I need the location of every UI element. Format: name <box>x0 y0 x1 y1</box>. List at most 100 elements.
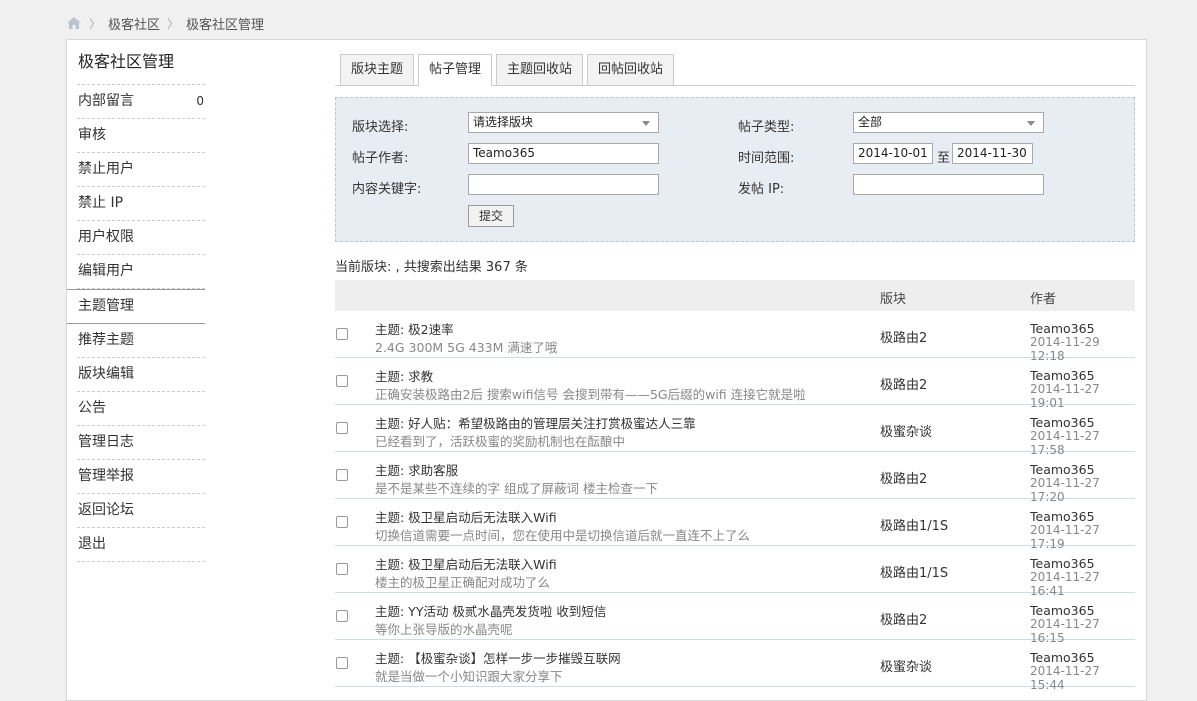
tab-topic-recycle[interactable]: 主题回收站 <box>496 54 584 85</box>
sidebar-item-back-forum[interactable]: 返回论坛 <box>77 494 205 528</box>
post-board: 极路由2 <box>880 613 928 628</box>
post-board: 极路由2 <box>880 378 928 393</box>
post-author[interactable]: Teamo365 <box>1030 603 1095 618</box>
ip-label: 发帖 IP: <box>738 182 785 197</box>
sidebar-item-announcement[interactable]: 公告 <box>77 392 205 426</box>
date-from-input[interactable]: 2014-10-01 <box>853 143 933 164</box>
row-checkbox[interactable] <box>336 657 348 669</box>
row-checkbox[interactable] <box>336 563 348 575</box>
message-count-badge: 0 <box>196 94 204 108</box>
tab-board-topics[interactable]: 版块主题 <box>340 54 415 85</box>
row-checkbox[interactable] <box>336 375 348 387</box>
sidebar-item-label: 禁止 IP <box>78 195 124 211</box>
board-select[interactable]: 请选择版块 <box>468 112 659 133</box>
post-title[interactable]: 主题: 极卫星启动后无法联入Wifi <box>375 507 557 526</box>
sidebar-item-label: 推荐主题 <box>78 332 134 348</box>
sidebar-item-permissions[interactable]: 用户权限 <box>77 221 205 255</box>
post-title[interactable]: 主题: 求教 <box>375 366 433 385</box>
date-to-input[interactable]: 2014-11-30 <box>952 143 1033 164</box>
post-author[interactable]: Teamo365 <box>1030 509 1095 524</box>
sidebar-item-label: 用户权限 <box>78 229 134 245</box>
table-row: 主题: 【极蜜杂谈】怎样一步一步摧毁互联网 就是当做一个小知识跟大家分享下 极蜜… <box>335 640 1135 692</box>
sidebar-item-edit-user[interactable]: 编辑用户 <box>77 255 205 289</box>
post-author[interactable]: Teamo365 <box>1030 368 1095 383</box>
tab-bar: 版块主题 帖子管理 主题回收站 回帖回收站 <box>335 50 1135 86</box>
post-type-select[interactable]: 全部 <box>853 112 1044 133</box>
submit-button[interactable]: 提交 <box>468 205 515 227</box>
post-title[interactable]: 主题: 求助客服 <box>375 460 458 479</box>
post-content: 楼主的极卫星正确配对成功了么 <box>375 575 551 590</box>
post-title[interactable]: 主题: YY活动 极贰水晶壳发货啦 收到短信 <box>375 601 606 620</box>
table-header: 版块 作者 <box>335 280 1135 311</box>
column-header-author: 作者 <box>1030 292 1057 307</box>
post-content: 等你上张导版的水晶壳呢 <box>375 622 513 637</box>
table-row: 主题: YY活动 极贰水晶壳发货啦 收到短信 等你上张导版的水晶壳呢 极路由2 … <box>335 593 1135 645</box>
row-checkbox[interactable] <box>336 610 348 622</box>
post-author[interactable]: Teamo365 <box>1030 650 1095 665</box>
sidebar-item-ban-user[interactable]: 禁止用户 <box>77 153 205 187</box>
sidebar-item-label: 退出 <box>78 536 106 552</box>
post-author[interactable]: Teamo365 <box>1030 556 1095 571</box>
sidebar-item-ban-ip[interactable]: 禁止 IP <box>77 187 205 221</box>
time-range-label: 时间范围: <box>738 151 795 166</box>
author-input[interactable]: Teamo365 <box>468 143 659 164</box>
sidebar-item-label: 管理日志 <box>78 434 134 450</box>
table-row: 主题: 极2速率 2.4G 300M 5G 433M 满速了哦 极路由2 Tea… <box>335 311 1135 363</box>
post-author[interactable]: Teamo365 <box>1030 321 1095 336</box>
sidebar-item-messages[interactable]: 内部留言 0 <box>77 85 205 119</box>
row-checkbox[interactable] <box>336 422 348 434</box>
search-summary: 当前版块: , 共搜索出结果 367 条 <box>335 260 528 275</box>
sidebar-item-board-edit[interactable]: 版块编辑 <box>77 358 205 392</box>
date-range-separator: 至 <box>937 151 951 166</box>
sidebar-item-label: 公告 <box>78 400 106 416</box>
row-checkbox[interactable] <box>336 469 348 481</box>
board-select-value: 请选择版块 <box>473 115 534 129</box>
column-header-board: 版块 <box>880 292 907 307</box>
chevron-right-icon: 〉 <box>167 16 180 31</box>
table-row: 主题: 求助客服 是不是某些不连续的字 组成了屏蔽词 楼主检查一下 极路由2 T… <box>335 452 1135 504</box>
post-author[interactable]: Teamo365 <box>1030 462 1095 477</box>
post-title[interactable]: 主题: 【极蜜杂谈】怎样一步一步摧毁互联网 <box>375 648 621 667</box>
breadcrumb: 〉 极客社区 〉 极客社区管理 <box>66 12 264 34</box>
sidebar-item-topic-management[interactable]: 主题管理 <box>67 289 205 324</box>
breadcrumb-link-admin[interactable]: 极客社区管理 <box>186 14 264 33</box>
post-board: 极路由1/1S <box>880 519 949 534</box>
post-title[interactable]: 主题: 极2速率 <box>375 319 454 338</box>
date-to-value: 2014-11-30 <box>957 146 1027 160</box>
tab-post-management[interactable]: 帖子管理 <box>418 54 493 86</box>
post-title[interactable]: 主题: 好人贴：希望极路由的管理层关注打赏极蜜达人三靠 <box>375 413 696 432</box>
sidebar-item-label: 审核 <box>78 127 106 143</box>
post-title[interactable]: 主题: 极卫星启动后无法联入Wifi <box>375 554 557 573</box>
sidebar-item-reports[interactable]: 管理举报 <box>77 460 205 494</box>
table-row: 主题: 极卫星启动后无法联入Wifi 楼主的极卫星正确配对成功了么 极路由1/1… <box>335 546 1135 598</box>
search-filter-panel: 版块选择: 请选择版块 帖子类型: 全部 帖子作者: Teamo365 时间范围… <box>335 97 1135 242</box>
author-label: 帖子作者: <box>352 151 409 166</box>
post-content: 已经看到了，活跃极蜜的奖励机制也在酝酿中 <box>375 434 626 449</box>
sidebar: 极客社区管理 内部留言 0 审核 禁止用户 禁止 IP 用户权限 编辑用户 主题管… <box>67 50 205 562</box>
post-author[interactable]: Teamo365 <box>1030 415 1095 430</box>
sidebar-item-label: 禁止用户 <box>78 161 134 177</box>
sidebar-item-label: 编辑用户 <box>78 263 134 279</box>
sidebar-item-logs[interactable]: 管理日志 <box>77 426 205 460</box>
table-row: 主题: 好人贴：希望极路由的管理层关注打赏极蜜达人三靠 已经看到了，活跃极蜜的奖… <box>335 405 1135 457</box>
ip-input[interactable] <box>853 174 1044 195</box>
post-board: 极路由2 <box>880 331 928 346</box>
sidebar-item-label: 主题管理 <box>78 298 134 314</box>
row-checkbox[interactable] <box>336 328 348 340</box>
table-row: 主题: 求教 正确安装极路由2后 搜索wifi信号 会搜到带有——5G后缀的wi… <box>335 358 1135 410</box>
tab-reply-recycle[interactable]: 回帖回收站 <box>587 54 675 85</box>
post-board: 极蜜杂谈 <box>880 660 933 675</box>
date-from-value: 2014-10-01 <box>858 146 928 160</box>
sidebar-item-review[interactable]: 审核 <box>77 119 205 153</box>
sidebar-item-label: 返回论坛 <box>78 502 134 518</box>
author-input-value: Teamo365 <box>473 146 535 160</box>
post-time: 2014-11-27 15:44 <box>1030 664 1100 692</box>
post-content: 是不是某些不连续的字 组成了屏蔽词 楼主检查一下 <box>375 481 658 496</box>
sidebar-item-recommend[interactable]: 推荐主题 <box>77 324 205 358</box>
sidebar-item-logout[interactable]: 退出 <box>77 528 205 562</box>
home-icon[interactable] <box>66 16 82 30</box>
sidebar-item-label: 内部留言 <box>78 93 134 109</box>
breadcrumb-link-community[interactable]: 极客社区 <box>108 14 160 33</box>
keyword-input[interactable] <box>468 174 659 195</box>
row-checkbox[interactable] <box>336 516 348 528</box>
